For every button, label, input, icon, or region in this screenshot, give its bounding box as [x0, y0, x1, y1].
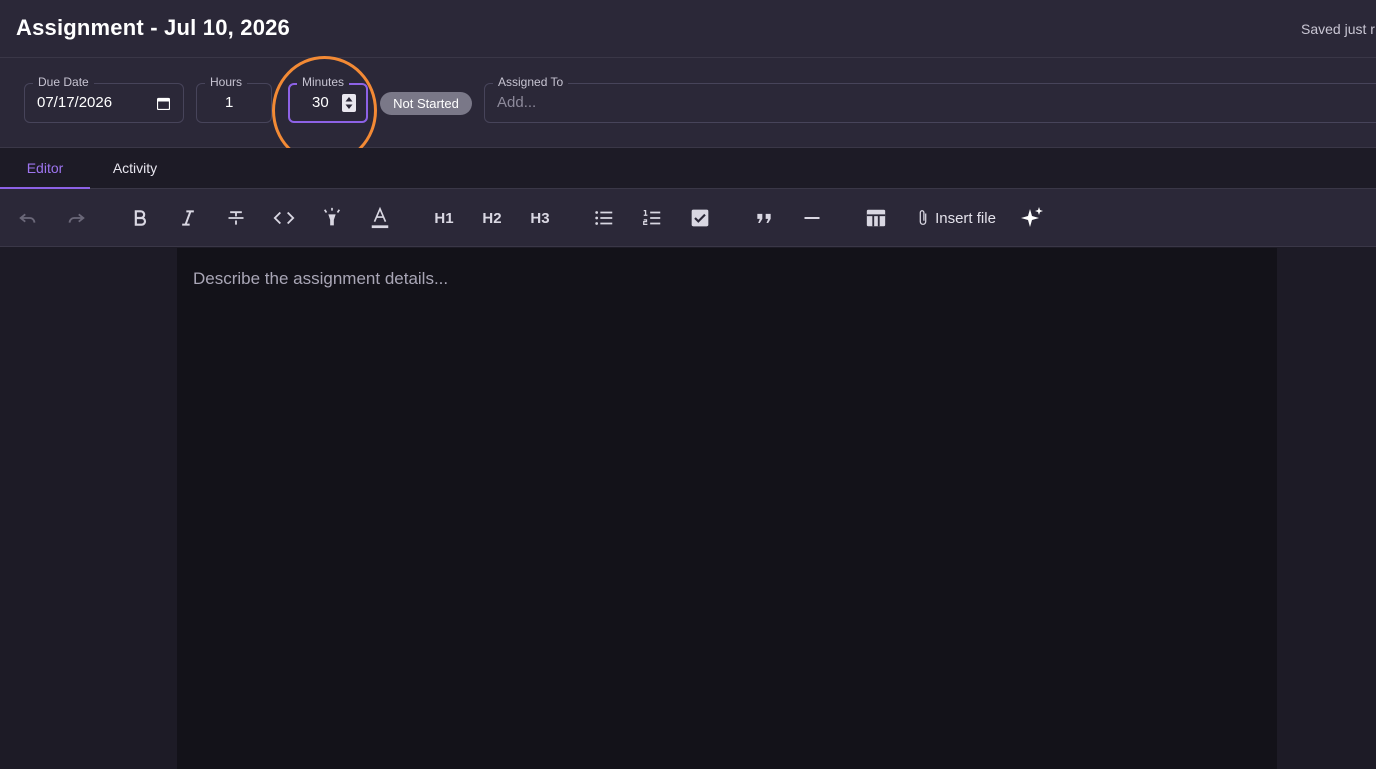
- tab-editor[interactable]: Editor: [0, 148, 90, 189]
- italic-icon[interactable]: [176, 206, 200, 230]
- checklist-icon[interactable]: [688, 206, 712, 230]
- heading-2-button[interactable]: H2: [478, 206, 506, 230]
- numbered-list-icon[interactable]: [640, 206, 664, 230]
- horizontal-rule-icon[interactable]: [800, 206, 824, 230]
- highlighter-icon[interactable]: [320, 206, 344, 230]
- header: Assignment - Jul 10, 2026 Saved just r: [0, 0, 1376, 58]
- sparkles-icon[interactable]: [1020, 206, 1044, 230]
- editor-content[interactable]: Describe the assignment details...: [177, 248, 1277, 769]
- insert-file-label: Insert file: [935, 209, 996, 227]
- text-color-icon[interactable]: [368, 206, 392, 230]
- editor-area: Describe the assignment details...: [0, 248, 1376, 769]
- strikethrough-icon[interactable]: [224, 206, 248, 230]
- quote-icon[interactable]: [752, 206, 776, 230]
- heading-3-button[interactable]: H3: [526, 206, 554, 230]
- assigned-to-label: Assigned To: [493, 75, 569, 89]
- hours-value: 1: [225, 94, 234, 111]
- bullet-list-icon[interactable]: [592, 206, 616, 230]
- insert-file-button[interactable]: Insert file: [910, 206, 1002, 230]
- code-icon[interactable]: [272, 206, 296, 230]
- assigned-to-field[interactable]: Assigned To Add...: [484, 75, 1376, 123]
- paperclip-icon: [919, 210, 927, 225]
- minutes-value: 30: [312, 94, 329, 111]
- minutes-field[interactable]: Minutes 30: [288, 75, 368, 123]
- redo-icon[interactable]: [64, 206, 88, 230]
- heading-1-button[interactable]: H1: [430, 206, 458, 230]
- hours-field[interactable]: Hours 1: [196, 75, 272, 123]
- due-date-field[interactable]: Due Date 07/17/2026: [24, 75, 184, 123]
- editor-toolbar: H1 H2 H3 Insert file: [0, 189, 1376, 247]
- spinner-arrows-icon[interactable]: [342, 94, 356, 112]
- tab-activity[interactable]: Activity: [90, 148, 180, 189]
- calendar-icon[interactable]: [157, 97, 170, 110]
- save-status: Saved just r: [1301, 21, 1375, 37]
- assigned-to-placeholder: Add...: [497, 94, 537, 111]
- status-badge[interactable]: Not Started: [380, 92, 472, 115]
- fields-bar: Due Date 07/17/2026 Hours 1 Minutes 30 A…: [0, 58, 1376, 148]
- undo-icon[interactable]: [16, 206, 40, 230]
- editor-placeholder: Describe the assignment details...: [193, 269, 449, 288]
- table-icon[interactable]: [864, 206, 888, 230]
- minutes-label: Minutes: [297, 75, 350, 89]
- page-title: Assignment - Jul 10, 2026: [16, 15, 290, 40]
- due-date-label: Due Date: [33, 75, 94, 89]
- tabs-bar: Editor Activity: [0, 148, 1376, 189]
- hours-label: Hours: [205, 75, 248, 89]
- due-date-value: 07/17/2026: [37, 94, 113, 111]
- minutes-spinner[interactable]: [342, 94, 356, 112]
- bold-icon[interactable]: [128, 206, 152, 230]
